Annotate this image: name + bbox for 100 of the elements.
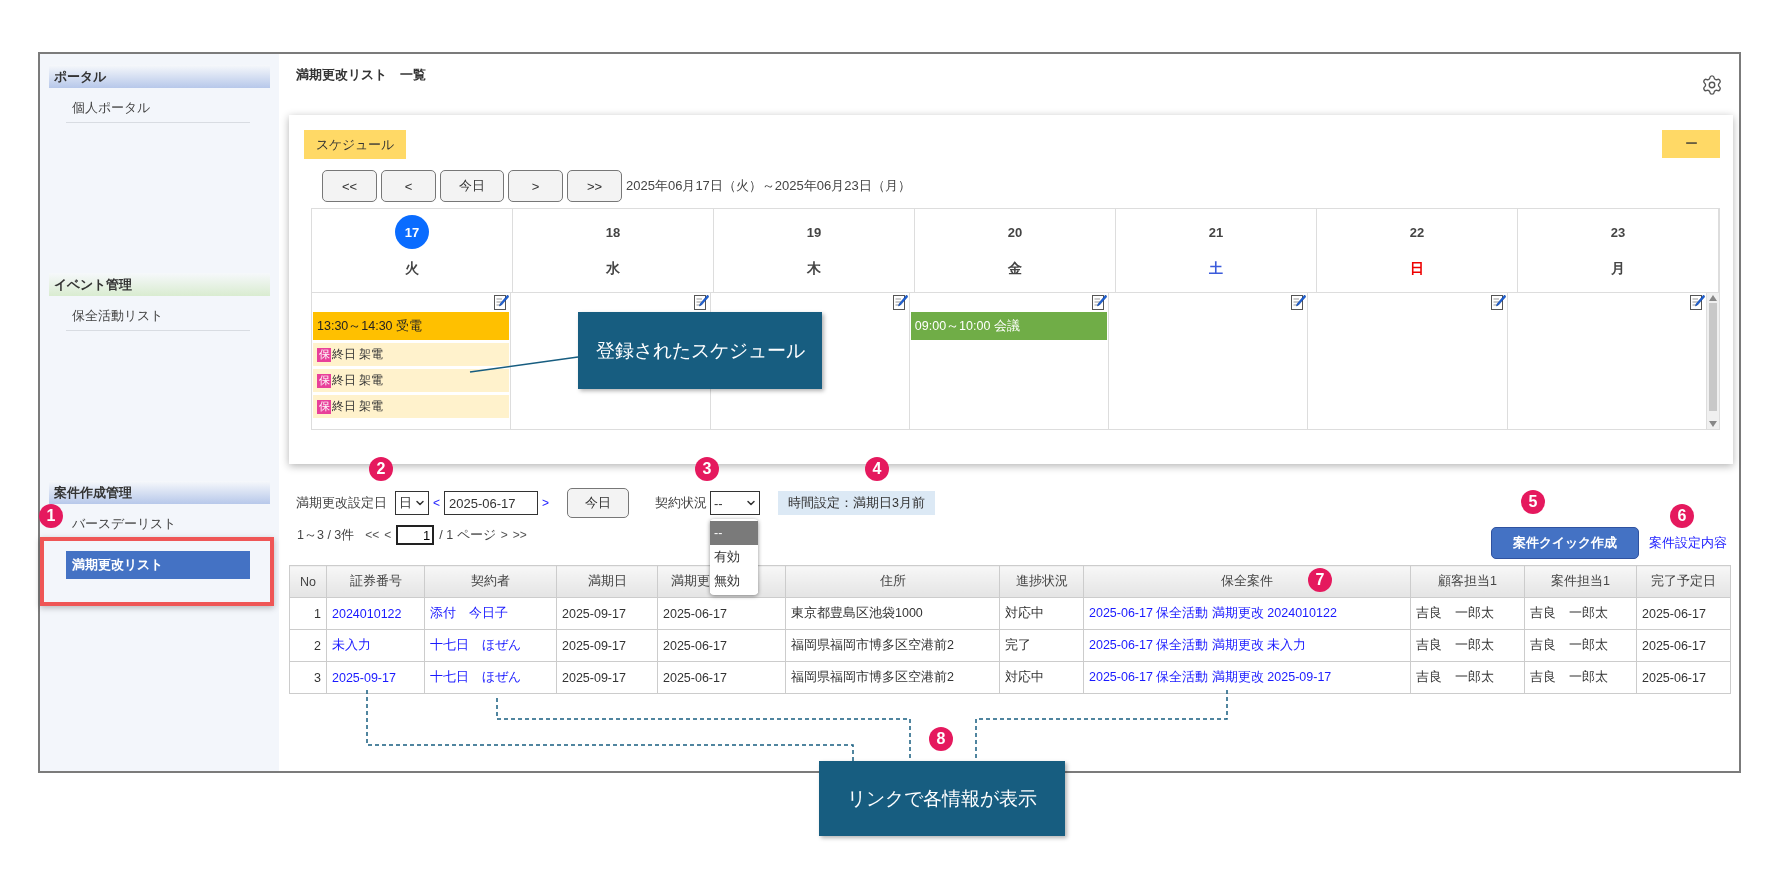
day-number[interactable]: 18 [596,215,630,249]
calendar-nav-button[interactable]: 今日 [440,170,504,202]
callout: 登録されたスケジュール [578,312,822,389]
weekday-label: 日 [1410,260,1424,278]
page-title: 満期更改リスト 一覧 [296,66,426,84]
column-header: 満期日 [556,565,658,598]
table-link[interactable]: 十七日 ほぜん [424,661,557,694]
column-header: 案件担当1 [1524,565,1637,598]
all-day-event[interactable]: 保 終日 架電 [313,395,510,418]
weekday-label: 水 [606,260,620,278]
table-cell: 2025-09-17 [556,661,658,694]
next-link[interactable]: > [542,496,550,510]
table-cell: 対応中 [999,597,1084,630]
calendar-nav-button[interactable]: << [322,170,377,202]
day-number[interactable]: 20 [998,215,1032,249]
table-cell: 吉良 一郎太 [1524,661,1637,694]
column-header: 完了予定日 [1636,565,1731,598]
all-day-event[interactable]: 保 終日 架電 [313,369,510,392]
table-cell: 3 [289,661,327,694]
table-link[interactable]: 2025-06-17 保全活動 満期更改 2024010122 [1083,597,1411,630]
sidebar-item[interactable]: 保全活動リスト [66,307,250,331]
page-field[interactable]: 1 [396,525,435,545]
table-cell: 2025-06-17 [657,597,786,630]
weekday-label: 月 [1611,260,1625,278]
collapse-button[interactable]: ー [1662,130,1720,158]
edit-icon[interactable] [494,294,510,310]
table-link[interactable]: 添付 今日子 [424,597,557,630]
day-number[interactable]: 23 [1601,215,1635,249]
next-page-link[interactable]: > [500,528,508,542]
sidebar-section-header: 案件作成管理 [49,481,270,504]
dropdown-option[interactable]: 有効 [710,545,759,569]
table-link[interactable]: 2025-09-17 [326,661,425,694]
table-link[interactable]: 未入力 [326,629,425,662]
table-cell: 吉良 一郎太 [1524,629,1637,662]
column-header: 顧客担当1 [1410,565,1525,598]
column-header: No [289,565,327,598]
day-number[interactable]: 21 [1199,215,1233,249]
filter-label: 満期更改設定日 [296,494,387,512]
filter-label: 契約状況 [655,494,708,512]
edit-icon[interactable] [693,294,709,310]
settings-link[interactable]: 案件設定内容 [1649,534,1727,552]
table-cell: 吉良 一郎太 [1410,597,1525,630]
table-link[interactable]: 2024010122 [326,597,425,630]
table-link[interactable]: 2025-06-17 保全活動 満期更改 2025-09-17 [1083,661,1411,694]
weekday-label: 金 [1008,260,1022,278]
edit-icon[interactable] [1690,294,1705,310]
table-cell: 福岡県福岡市博多区空港前2 [785,629,1000,662]
column-header: 住所 [785,565,1000,598]
event-text: 終日 架電 [332,399,384,414]
category-tag: 保 [317,399,331,414]
category-tag: 保 [317,373,331,388]
today-button[interactable]: 今日 [567,488,630,518]
scroll-down-icon[interactable] [1709,421,1717,427]
table-cell: 2025-06-17 [1636,661,1731,694]
date-range: 2025年06月17日（火）～2025年06月23日（月） [626,177,911,195]
event-text: 終日 架電 [332,373,384,388]
edit-icon[interactable] [892,294,908,310]
table-cell: 2025-06-17 [1636,629,1731,662]
schedule-label: スケジュール [304,130,406,159]
table-link[interactable]: 2025-06-17 保全活動 満期更改 未入力 [1083,629,1411,662]
table-cell: 1 [289,597,327,630]
event-text: 終日 架電 [332,347,384,362]
sidebar-item[interactable]: 個人ポータル [66,99,250,123]
unit-select[interactable]: 日 [395,491,429,515]
day-number[interactable]: 17 [395,215,429,249]
sidebar-item[interactable]: バースデーリスト [66,515,250,539]
settings-icon[interactable] [1701,74,1723,96]
day-number[interactable]: 22 [1400,215,1434,249]
quick-create-button[interactable]: 案件クイック作成 [1491,527,1639,559]
all-day-event[interactable]: 保 終日 架電 [313,343,510,366]
table-cell: 2025-09-17 [556,629,658,662]
dropdown-option[interactable]: -- [710,521,759,545]
previous-page-link[interactable]: < [384,528,392,542]
calendar-nav-button[interactable]: >> [567,170,622,202]
table-cell: 完了 [999,629,1084,662]
sidebar-item[interactable]: 満期更改リスト [66,551,250,579]
table-link[interactable]: 十七日 ほぜん [424,629,557,662]
page-total: / 1 ページ [439,526,496,544]
table-cell: 吉良 一郎太 [1410,629,1525,662]
scrollbar[interactable] [1707,293,1719,429]
table-cell: 2025-06-17 [657,629,786,662]
scroll-up-icon[interactable] [1709,295,1717,301]
calendar-nav-button[interactable]: < [381,170,436,202]
calendar-nav-button[interactable]: > [508,170,563,202]
last-page-link[interactable]: >> [512,528,527,542]
event-bar[interactable]: 13:30～14:30 受電 [313,312,510,340]
dropdown-option[interactable]: 無効 [710,569,759,593]
first-page-link[interactable]: << [365,528,380,542]
date-field[interactable]: 2025-06-17 [444,491,538,515]
table-cell: 2025-09-17 [556,597,658,630]
day-number[interactable]: 19 [797,215,831,249]
column-header: 契約者 [424,565,557,598]
edit-icon[interactable] [1291,294,1307,310]
table-cell: 対応中 [999,661,1084,694]
edit-icon[interactable] [1092,294,1108,310]
weekday-label: 火 [405,260,419,278]
table-cell: 2025-06-17 [657,661,786,694]
previous-link[interactable]: < [433,496,440,510]
edit-icon[interactable] [1490,294,1506,310]
sidebar-section-header: イベント管理 [49,273,270,296]
